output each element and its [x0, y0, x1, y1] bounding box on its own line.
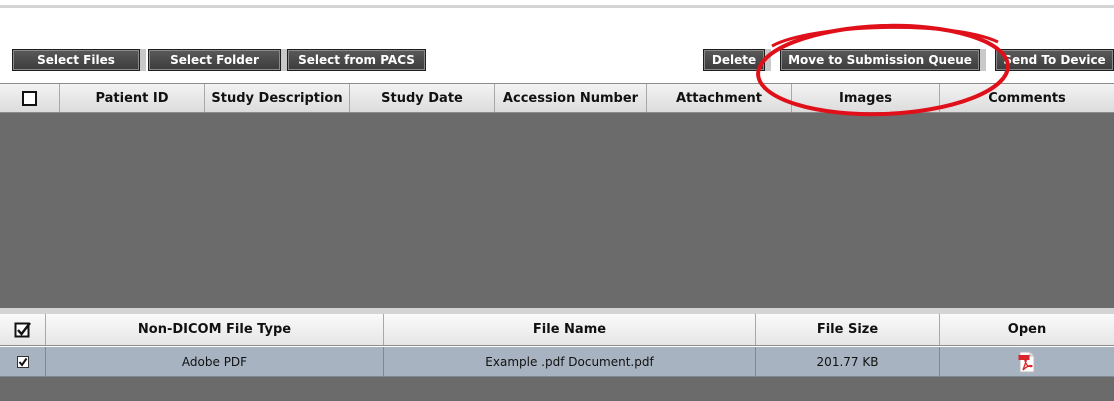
- send-to-device-button[interactable]: Send To Device: [995, 49, 1114, 71]
- pdf-file-icon[interactable]: [1018, 351, 1036, 373]
- file-row-checkbox-cell[interactable]: [0, 347, 46, 376]
- toolbar-separator: [980, 49, 986, 71]
- files-grid-empty-area: [0, 377, 1114, 401]
- open-file-cell[interactable]: [940, 347, 1114, 376]
- column-header-attachment[interactable]: Attachment: [647, 84, 792, 112]
- select-all-studies-cell[interactable]: [0, 84, 60, 112]
- file-row[interactable]: Adobe PDF Example .pdf Document.pdf 201.…: [0, 347, 1114, 377]
- select-folder-button[interactable]: Select Folder: [148, 49, 281, 71]
- select-all-files-checkbox-icon[interactable]: [14, 321, 32, 339]
- studies-grid-body[interactable]: [0, 113, 1114, 308]
- column-header-file-name[interactable]: File Name: [384, 314, 756, 345]
- select-all-files-cell[interactable]: [0, 314, 46, 345]
- files-grid-header: Non-DICOM File Type File Name File Size …: [0, 314, 1114, 346]
- move-to-submission-queue-button[interactable]: Move to Submission Queue: [780, 49, 980, 71]
- column-header-patient-id[interactable]: Patient ID: [60, 84, 205, 112]
- column-header-open[interactable]: Open: [940, 314, 1114, 345]
- top-border: [0, 5, 1114, 8]
- toolbar: Select Files Select Folder Select from P…: [0, 49, 1114, 75]
- column-header-file-size[interactable]: File Size: [756, 314, 940, 345]
- file-row-checkbox[interactable]: [16, 355, 29, 368]
- select-from-pacs-button[interactable]: Select from PACS: [287, 49, 426, 71]
- column-header-comments[interactable]: Comments: [940, 84, 1114, 112]
- file-name-cell: Example .pdf Document.pdf: [384, 347, 756, 376]
- toolbar-separator: [765, 49, 771, 71]
- toolbar-separator: [140, 49, 146, 71]
- column-header-study-date[interactable]: Study Date: [350, 84, 495, 112]
- column-header-accession-number[interactable]: Accession Number: [495, 84, 647, 112]
- column-header-study-description[interactable]: Study Description: [205, 84, 350, 112]
- file-size-cell: 201.77 KB: [756, 347, 940, 376]
- column-header-images[interactable]: Images: [792, 84, 940, 112]
- delete-button[interactable]: Delete: [703, 49, 765, 71]
- select-all-studies-checkbox[interactable]: [22, 90, 37, 106]
- checkmark-icon: [18, 357, 27, 367]
- column-header-file-type[interactable]: Non-DICOM File Type: [46, 314, 384, 345]
- select-files-button[interactable]: Select Files: [12, 49, 140, 71]
- file-type-cell: Adobe PDF: [46, 347, 384, 376]
- studies-grid-header: Patient ID Study Description Study Date …: [0, 83, 1114, 113]
